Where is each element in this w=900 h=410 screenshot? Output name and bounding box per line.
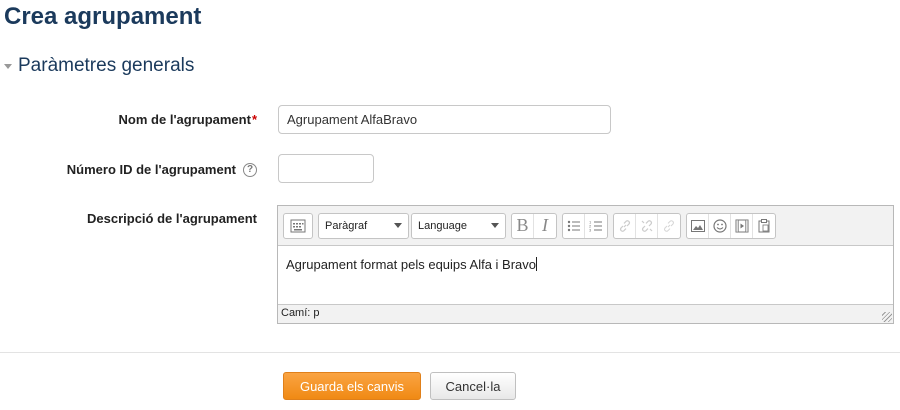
text-cursor — [536, 257, 538, 271]
language-select[interactable]: Language — [411, 212, 506, 239]
editor-toolbar: Paràgraf Language B I 123 — [278, 206, 893, 246]
save-button[interactable]: Guarda els canvis — [283, 372, 421, 400]
name-label: Nom de l'agrupament * — [119, 112, 257, 127]
grouping-name-input[interactable] — [278, 105, 611, 134]
editor-content-text: Agrupament format pels equips Alfa i Bra… — [286, 257, 537, 272]
unordered-list-icon[interactable] — [563, 213, 585, 238]
section-toggle-general[interactable]: Paràmetres generals — [4, 54, 194, 78]
ordered-list-icon[interactable]: 123 — [585, 214, 607, 238]
format-select-value: Paràgraf — [325, 219, 368, 232]
idnumber-label: Número ID de l'agrupament ? — [67, 162, 257, 177]
section-title: Paràmetres generals — [18, 55, 195, 76]
editor-statusbar: Camí: p — [278, 304, 893, 323]
description-label: Descripció de l'agrupament — [87, 211, 257, 226]
media-icon[interactable] — [731, 213, 753, 238]
page-title: Crea agrupament — [4, 3, 202, 30]
link-icon[interactable] — [614, 213, 636, 238]
description-editor: Paràgraf Language B I 123 Agrupament for… — [277, 205, 894, 324]
form-divider — [0, 352, 900, 353]
cancel-button[interactable]: Cancel·la — [430, 372, 516, 400]
resize-grip-icon[interactable] — [882, 312, 892, 322]
format-select[interactable]: Paràgraf — [318, 212, 409, 239]
name-label-text: Nom de l'agrupament — [118, 112, 251, 127]
help-icon[interactable]: ? — [243, 162, 257, 177]
required-marker: * — [251, 112, 257, 127]
image-icon[interactable] — [687, 213, 709, 238]
bold-icon[interactable]: B — [512, 213, 534, 238]
paste-icon[interactable] — [753, 214, 775, 238]
chevron-down-icon — [491, 223, 499, 228]
emoticon-icon[interactable] — [709, 213, 731, 238]
editor-path[interactable]: Camí: p — [281, 307, 320, 319]
language-select-value: Language — [418, 219, 467, 232]
editor-content-area[interactable]: Agrupament format pels equips Alfa i Bra… — [278, 246, 893, 304]
toggle-toolbar-icon[interactable] — [284, 214, 312, 238]
idnumber-label-text: Número ID de l'agrupament — [66, 162, 236, 177]
svg-text:3: 3 — [589, 227, 592, 232]
chevron-down-icon — [394, 223, 402, 228]
collapse-triangle-icon — [4, 64, 12, 69]
grouping-idnumber-input[interactable] — [278, 154, 374, 183]
anchor-icon[interactable] — [658, 214, 680, 238]
unlink-icon[interactable] — [636, 213, 658, 238]
italic-icon[interactable]: I — [534, 214, 556, 238]
